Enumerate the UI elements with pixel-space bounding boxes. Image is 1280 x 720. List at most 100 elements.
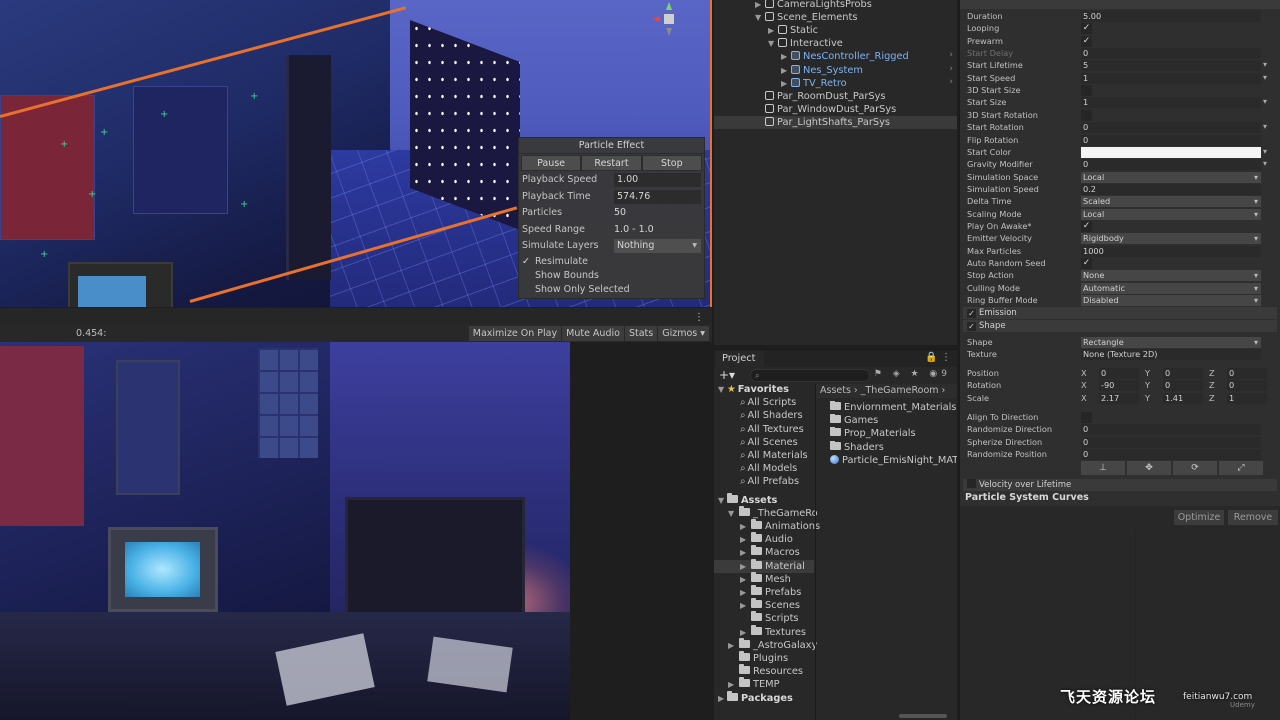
asset-folder-item[interactable]: ▶ Audio xyxy=(740,532,793,546)
hierarchy-item[interactable]: ▶ Static xyxy=(768,24,818,37)
project-filter-icons[interactable]: ⚑ ◈ ★ ◉9 xyxy=(874,369,951,379)
inspector-dropdown[interactable]: Local xyxy=(1081,208,1261,220)
expand-arrow-icon[interactable]: ▶ xyxy=(718,694,727,703)
expand-arrow-icon[interactable]: ▶ xyxy=(740,560,751,573)
expand-arrow-icon[interactable]: ▶ xyxy=(781,77,791,90)
restart-button[interactable]: Restart xyxy=(581,155,642,171)
axis-z-field[interactable]: 0 xyxy=(1227,368,1267,379)
more-options-icon[interactable]: ⋮ xyxy=(694,312,704,323)
expand-arrow-icon[interactable]: ▼ xyxy=(755,11,765,24)
project-split-divider[interactable] xyxy=(815,384,816,720)
favorite-item[interactable]: ⌕ All Scenes xyxy=(740,436,798,449)
inspector-dropdown[interactable]: Automatic xyxy=(1081,282,1261,294)
inspector-dropdown[interactable]: Local xyxy=(1081,171,1261,183)
asset-folder-item[interactable]: ▶ Scenes xyxy=(740,598,800,612)
asset-folder-item[interactable]: ▼ _TheGameRo xyxy=(728,505,818,520)
hierarchy-item[interactable]: ▼ Interactive xyxy=(768,37,843,50)
expand-arrow-icon[interactable]: ▶ xyxy=(728,678,739,691)
inspector-field[interactable]: 0 xyxy=(1081,449,1261,461)
create-asset-button[interactable]: +▾ xyxy=(719,368,735,382)
inspector-field[interactable]: 0 xyxy=(1081,48,1261,60)
open-prefab-chevron-icon[interactable]: › xyxy=(949,77,953,87)
expand-arrow-icon[interactable]: ▶ xyxy=(740,626,751,639)
axis-z-field[interactable]: 0 xyxy=(1227,380,1267,392)
particle-option-toggle[interactable]: ✓ Resimulate xyxy=(519,255,704,269)
inspector-dropdown[interactable]: None xyxy=(1081,270,1261,282)
expand-arrow-icon[interactable]: ▶ xyxy=(781,50,791,63)
project-search-input[interactable]: ⌕ xyxy=(750,369,870,382)
remove-button[interactable]: Remove xyxy=(1228,510,1278,525)
velocity-module-checkbox[interactable] xyxy=(967,479,976,488)
axis-z-field[interactable]: 1 xyxy=(1227,392,1267,404)
pause-button[interactable]: Pause xyxy=(521,155,582,171)
shape-tool-icon[interactable]: ⤢ xyxy=(1219,461,1263,475)
expand-arrow-icon[interactable]: ▶ xyxy=(740,546,751,559)
open-prefab-chevron-icon[interactable]: › xyxy=(949,64,953,74)
expand-arrow-icon[interactable]: ▶ xyxy=(740,573,751,586)
lock-icon[interactable]: 🔒 ⋮ xyxy=(925,352,951,363)
hierarchy-item[interactable]: ▼ Scene_Elements xyxy=(755,11,857,24)
module-checkbox[interactable]: ✓ xyxy=(967,322,976,331)
inspector-field[interactable]: 1000 xyxy=(1081,245,1261,257)
inspector-checkbox[interactable]: ✓ xyxy=(1081,220,1092,232)
inspector-field[interactable]: None (Texture 2D) xyxy=(1081,349,1261,361)
expand-arrow-icon[interactable]: ▶ xyxy=(740,586,751,599)
expand-arrow-icon[interactable]: ▶ xyxy=(781,64,791,77)
expand-arrow-icon[interactable]: ▶ xyxy=(740,599,751,612)
asset-folder-item[interactable]: ▶ Macros xyxy=(740,545,800,559)
asset-folder-item[interactable]: Scripts xyxy=(740,611,799,625)
inspector-dropdown[interactable]: Disabled xyxy=(1081,295,1261,307)
asset-folder-item[interactable]: Plugins xyxy=(728,651,788,665)
hierarchy-item[interactable]: ▶ TV_Retro xyxy=(781,77,847,90)
expand-arrow-icon[interactable]: ▼ xyxy=(718,385,727,394)
asset-folder[interactable]: Games xyxy=(830,414,957,427)
curve-mode-dropdown-icon[interactable]: ▾ xyxy=(1263,73,1267,82)
axis-x-field[interactable]: 2.17 xyxy=(1099,392,1139,404)
open-prefab-chevron-icon[interactable]: › xyxy=(949,50,953,60)
inspector-field[interactable]: 0 xyxy=(1081,424,1261,436)
inspector-dropdown[interactable]: Rectangle xyxy=(1081,337,1261,348)
hierarchy-item[interactable]: Par_LightShafts_ParSys xyxy=(755,116,890,129)
optimize-button[interactable]: Optimize xyxy=(1174,510,1224,525)
particle-module-header[interactable]: ✓ Shape xyxy=(963,320,1277,332)
expand-arrow-icon[interactable]: ▼ xyxy=(768,37,778,50)
asset-folder[interactable]: Prop_Materials xyxy=(830,427,957,440)
curve-mode-dropdown-icon[interactable]: ▾ xyxy=(1263,60,1267,69)
shape-tool-icon[interactable]: ⟳ xyxy=(1173,461,1217,475)
favorites-header[interactable]: ▼ ★ Favorites xyxy=(718,383,789,396)
inspector-dropdown[interactable]: Scaled xyxy=(1081,196,1261,208)
inspector-field[interactable]: 0 xyxy=(1081,134,1261,146)
project-tab[interactable]: Project xyxy=(716,351,764,367)
inspector-field[interactable]: 5 xyxy=(1081,60,1261,72)
particle-option-toggle[interactable]: Show Bounds xyxy=(519,269,704,283)
favorite-item[interactable]: ⌕ All Prefabs xyxy=(740,475,799,488)
gizmos-dropdown[interactable]: Gizmos ▾ xyxy=(658,326,709,341)
axis-y-field[interactable]: 1.41 xyxy=(1163,392,1203,404)
maximize-on-play-button[interactable]: Maximize On Play xyxy=(468,326,562,341)
inspector-field[interactable]: 0 xyxy=(1081,122,1261,134)
curve-mode-dropdown-icon[interactable]: ▾ xyxy=(1263,147,1267,156)
inspector-field[interactable]: 0 xyxy=(1081,436,1261,448)
favorite-item[interactable]: ⌕ All Scripts xyxy=(740,396,796,409)
favorite-item[interactable]: ⌕ All Shaders xyxy=(740,409,803,422)
inspector-field[interactable]: 1 xyxy=(1081,97,1261,109)
asset-folder[interactable]: Shaders xyxy=(830,440,957,454)
expand-arrow-icon[interactable]: ▶ xyxy=(768,24,778,37)
shape-tool-icon[interactable]: ✥ xyxy=(1127,461,1171,475)
asset-folder-item[interactable]: Resources xyxy=(728,664,803,678)
asset-folder-item[interactable]: ▶ Prefabs xyxy=(740,585,801,599)
hierarchy-item[interactable]: ▶ CameraLightsProbs xyxy=(755,0,872,11)
inspector-field[interactable]: 1 xyxy=(1081,72,1261,84)
axis-y-field[interactable]: 0 xyxy=(1163,380,1203,392)
asset-folder[interactable]: Enviornment_Materials xyxy=(830,401,957,414)
expand-arrow-icon[interactable]: ▼ xyxy=(728,507,739,520)
axis-y-field[interactable]: 0 xyxy=(1163,368,1203,379)
inspector-checkbox[interactable] xyxy=(1081,412,1092,423)
project-zoom-slider[interactable] xyxy=(899,714,947,718)
inspector-dropdown[interactable]: Rigidbody xyxy=(1081,233,1261,245)
inspector-checkbox[interactable]: ✓ xyxy=(1081,258,1092,269)
mute-audio-button[interactable]: Mute Audio xyxy=(562,326,624,341)
asset-folder-item[interactable]: ▶ Mesh xyxy=(740,571,791,586)
particle-module-header[interactable]: ✓ Emission xyxy=(963,307,1277,319)
asset-folder-item[interactable]: ▶ Textures xyxy=(740,624,806,639)
